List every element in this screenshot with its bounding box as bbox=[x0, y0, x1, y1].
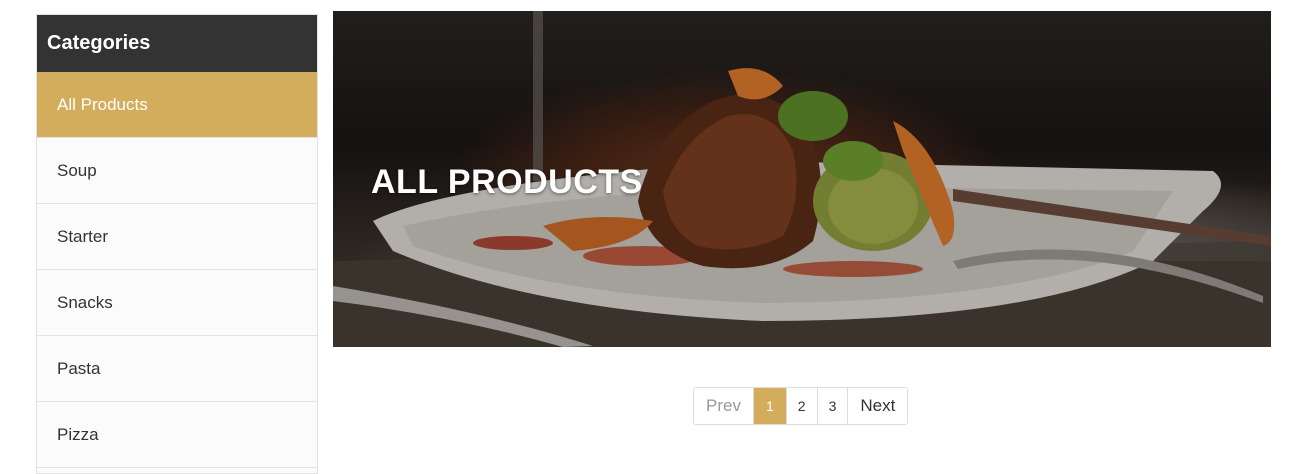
category-soup[interactable]: Soup bbox=[37, 138, 317, 204]
hero-banner: ALL PRODUCTS bbox=[333, 11, 1271, 347]
page-1-button[interactable]: 1 bbox=[753, 388, 787, 424]
categories-sidebar: Categories All Products Soup Starter Sna… bbox=[36, 14, 318, 474]
category-starter[interactable]: Starter bbox=[37, 204, 317, 270]
category-pizza[interactable]: Pizza bbox=[37, 402, 317, 468]
prev-page-button[interactable]: Prev bbox=[694, 388, 754, 424]
page-3-button[interactable]: 3 bbox=[817, 388, 849, 424]
sidebar-title: Categories bbox=[37, 15, 317, 72]
page-title: ALL PRODUCTS bbox=[371, 163, 643, 201]
page-2-button[interactable]: 2 bbox=[786, 388, 818, 424]
pagination: Prev 1 2 3 Next bbox=[693, 387, 909, 425]
next-page-button[interactable]: Next bbox=[848, 388, 908, 424]
category-all-products[interactable]: All Products bbox=[37, 72, 317, 138]
category-pasta[interactable]: Pasta bbox=[37, 336, 317, 402]
category-snacks[interactable]: Snacks bbox=[37, 270, 317, 336]
